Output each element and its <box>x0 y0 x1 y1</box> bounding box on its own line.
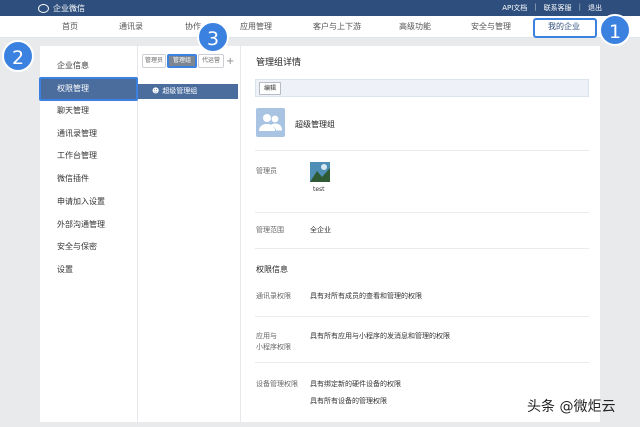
users-icon <box>259 114 282 131</box>
divider <box>255 150 589 151</box>
divider <box>255 362 589 363</box>
sidebar-item-settings[interactable]: 设置 <box>40 259 138 281</box>
top-bar: 企业微信 API文档 | 联系客服 | 退出 <box>0 0 640 16</box>
nav-advanced[interactable]: 高级功能 <box>399 16 431 38</box>
divider <box>255 316 589 317</box>
permissions-title: 权限信息 <box>256 265 288 274</box>
contact-support-link[interactable]: 联系客服 <box>544 3 572 13</box>
sidebar-item-join-settings[interactable]: 申请加入设置 <box>40 191 138 213</box>
group-list-panel: 管理员 管理组 代运营 + ☻ 超级管理组 <box>138 46 241 422</box>
nav-home[interactable]: 首页 <box>62 16 78 38</box>
perm-label-devices: 设备管理权限 <box>256 380 298 388</box>
sidebar-item-enterprise-info[interactable]: 企业信息 <box>40 55 138 77</box>
logout-link[interactable]: 退出 <box>588 3 602 13</box>
page-title: 管理组详情 <box>256 58 302 68</box>
scope-value: 全企业 <box>310 226 331 234</box>
tab-operators[interactable]: 代运营 <box>198 54 224 68</box>
divider <box>255 212 589 213</box>
perm-label-apps-line2: 小程序权限 <box>256 343 291 351</box>
group-detail: 管理组详情 编辑 超级管理组 管理员 test 管理范围 全企业 权限信息 通讯… <box>241 46 600 422</box>
brand[interactable]: 企业微信 <box>38 3 85 14</box>
wecom-logo-icon <box>38 3 49 13</box>
nav-contacts[interactable]: 通讯录 <box>119 16 143 38</box>
nav-highlight-box <box>533 18 597 38</box>
group-avatar <box>256 108 285 137</box>
sidebar-item-security[interactable]: 安全与保密 <box>40 236 138 258</box>
admin-avatar[interactable] <box>310 162 330 182</box>
main-nav: 首页 通讯录 协作 应用管理 客户与上下游 高级功能 安全与管理 我的企业 <box>0 16 640 38</box>
tab-admins[interactable]: 管理员 <box>142 54 166 68</box>
app-title: 企业微信 <box>53 3 85 13</box>
admins-label: 管理员 <box>256 167 277 175</box>
perm-value-apps: 具有所有应用与小程序的发消息和管理的权限 <box>310 332 450 340</box>
add-icon[interactable]: + <box>226 56 234 67</box>
admin-photo <box>310 162 330 182</box>
perm-label-contacts: 通讯录权限 <box>256 292 291 300</box>
sidebar: 企业信息 权限管理 聊天管理 通讯录管理 工作台管理 微信插件 申请加入设置 外… <box>39 46 138 422</box>
sidebar-item-workbench[interactable]: 工作台管理 <box>40 145 138 167</box>
top-links: API文档 | 联系客服 | 退出 <box>502 3 602 13</box>
separator: | <box>578 3 581 11</box>
sidebar-item-external[interactable]: 外部沟通管理 <box>40 214 138 236</box>
callout-badge-3: 3 <box>197 21 229 53</box>
watermark: 头条 @微炬云 <box>527 399 616 415</box>
sidebar-item-contacts[interactable]: 通讯录管理 <box>40 123 138 145</box>
scope-label: 管理范围 <box>256 226 284 234</box>
group-item-label: 超级管理组 <box>162 87 198 95</box>
group-icon: ☻ <box>152 87 160 95</box>
edit-button[interactable]: 编辑 <box>259 82 281 95</box>
sidebar-item-permissions[interactable]: 权限管理 <box>39 77 138 101</box>
api-docs-link[interactable]: API文档 <box>502 3 527 13</box>
group-item-super-admin[interactable]: ☻ 超级管理组 <box>138 84 238 99</box>
perm-value-contacts: 具有对所有成员的查看和管理的权限 <box>310 292 422 300</box>
admin-name: test <box>313 186 325 193</box>
perm-value-devices-2: 具有所有设备的管理权限 <box>310 397 387 405</box>
main-panel: 企业信息 权限管理 聊天管理 通讯录管理 工作台管理 微信插件 申请加入设置 外… <box>39 46 600 422</box>
sidebar-item-chat[interactable]: 聊天管理 <box>40 100 138 122</box>
separator: | <box>534 3 537 11</box>
nav-app-management[interactable]: 应用管理 <box>240 16 272 38</box>
sidebar-item-wechat-plugin[interactable]: 微信插件 <box>40 168 138 190</box>
tab-admin-groups[interactable]: 管理组 <box>167 54 197 68</box>
callout-badge-2: 2 <box>2 40 34 72</box>
group-name: 超级管理组 <box>295 120 335 129</box>
detail-toolbar: 编辑 <box>255 79 589 97</box>
perm-label-apps-line1: 应用与 <box>256 332 277 340</box>
nav-security[interactable]: 安全与管理 <box>471 16 511 38</box>
divider <box>255 248 589 249</box>
perm-value-devices-1: 具有绑定新的硬件设备的权限 <box>310 380 401 388</box>
nav-customers[interactable]: 客户与上下游 <box>313 16 361 38</box>
callout-badge-1: 1 <box>599 14 631 46</box>
